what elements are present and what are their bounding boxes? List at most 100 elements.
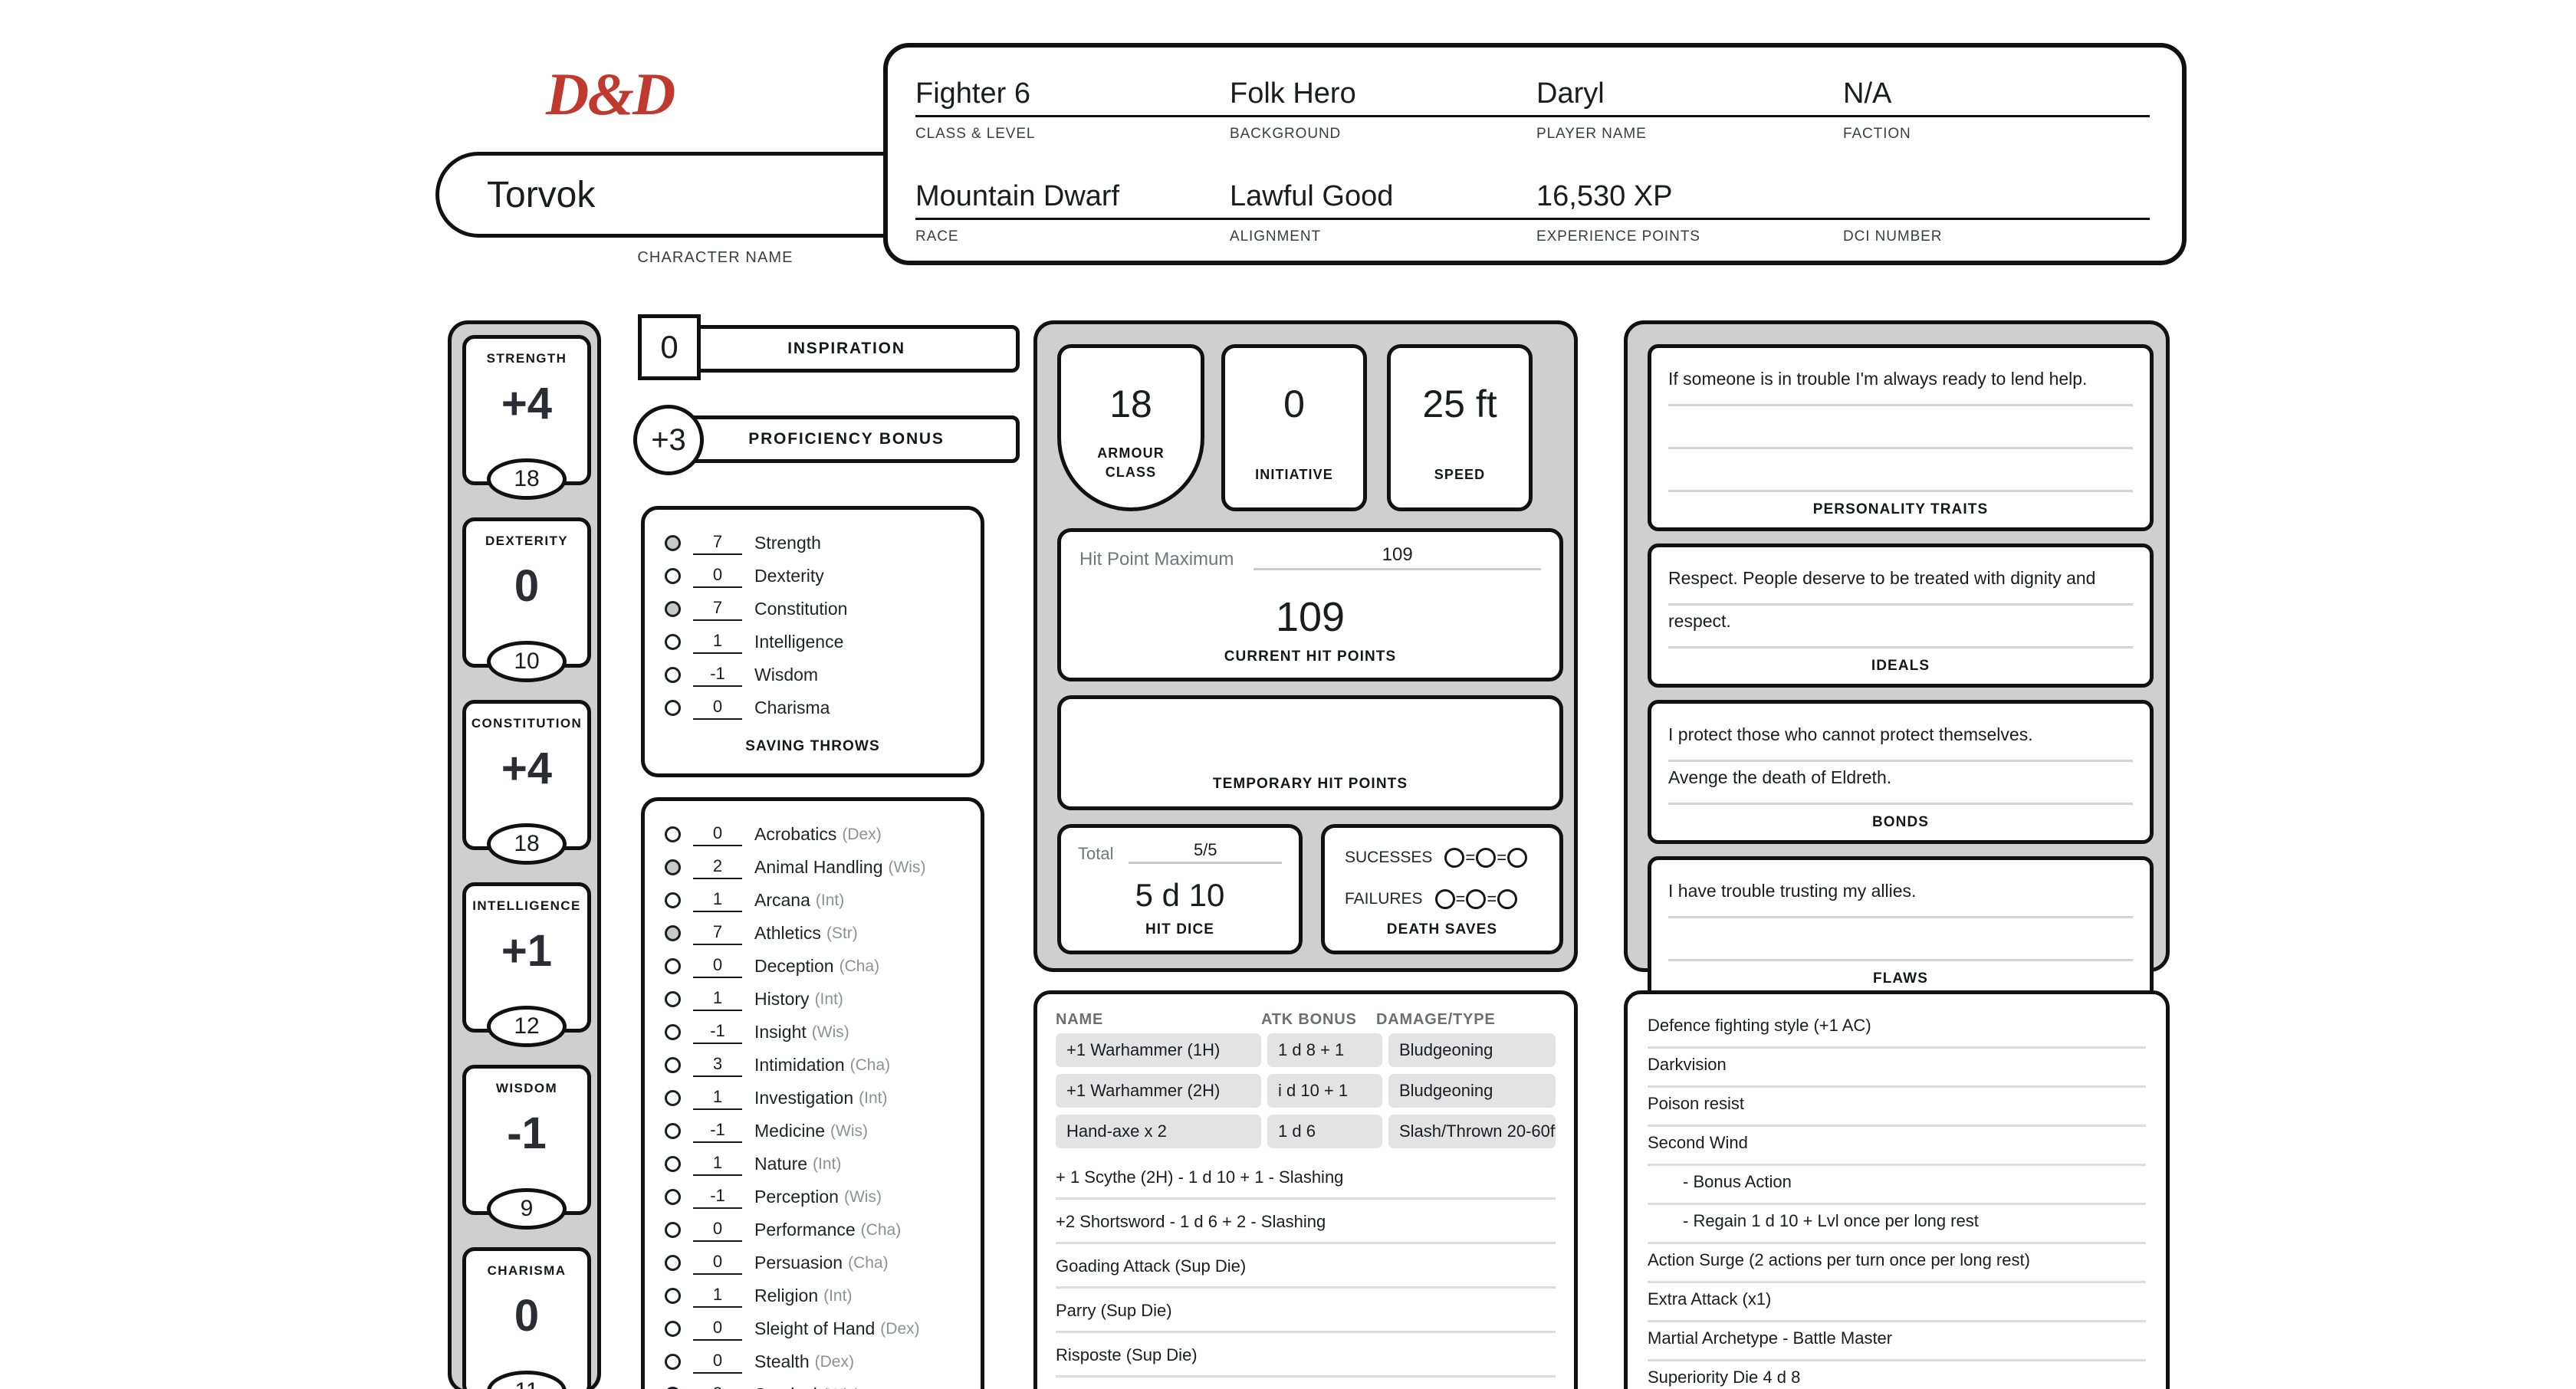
proficiency-dot-icon[interactable] bbox=[665, 1288, 681, 1304]
feature-line[interactable]: Second Wind bbox=[1648, 1127, 2146, 1166]
header-field-experience-points[interactable]: 16,530 XP bbox=[1536, 161, 1843, 218]
proficiency-dot-icon[interactable] bbox=[665, 601, 681, 617]
feature-line[interactable]: - Regain 1 d 10 + Lvl once per long rest bbox=[1648, 1205, 2146, 1244]
proficiency-dot-icon[interactable] bbox=[665, 1090, 681, 1106]
feature-line[interactable]: Martial Archetype - Battle Master bbox=[1648, 1322, 2146, 1361]
saving-throw-row[interactable]: 0 Charisma bbox=[645, 691, 981, 724]
saving-throw-row[interactable]: -1 Wisdom bbox=[645, 658, 981, 691]
attack-note-line[interactable]: + 1 Scythe (2H) - 1 d 10 + 1 - Slashing bbox=[1056, 1155, 1556, 1200]
temporary-hit-points-box[interactable]: TEMPORARY HIT POINTS bbox=[1057, 695, 1563, 810]
attack-note-line[interactable] bbox=[1056, 1378, 1556, 1389]
attack-row[interactable]: Hand-axe x 2 1 d 6 Slash/Thrown 20-60ft bbox=[1037, 1115, 1574, 1148]
proficiency-dot-icon[interactable] bbox=[665, 535, 681, 551]
attack-bonus[interactable]: i d 10 + 1 bbox=[1267, 1074, 1382, 1108]
ability-box-strength[interactable]: STRENGTH +4 18 bbox=[462, 335, 591, 500]
inspiration-value[interactable]: 0 bbox=[638, 314, 701, 380]
skill-row[interactable]: 3 Survival (Wis) bbox=[645, 1378, 981, 1389]
feature-line[interactable]: - Bonus Action bbox=[1648, 1166, 2146, 1205]
skill-row[interactable]: 1 Arcana (Int) bbox=[645, 884, 981, 917]
ability-score-wisdom[interactable]: 9 bbox=[487, 1188, 567, 1230]
feature-line[interactable]: Action Surge (2 actions per turn once pe… bbox=[1648, 1244, 2146, 1283]
hit-point-maximum-field[interactable]: 109 bbox=[1254, 544, 1541, 570]
proficiency-dot-icon[interactable] bbox=[665, 958, 681, 974]
proficiency-dot-icon[interactable] bbox=[665, 991, 681, 1007]
proficiency-dot-icon[interactable] bbox=[665, 700, 681, 716]
attack-name[interactable]: +1 Warhammer (2H) bbox=[1056, 1074, 1261, 1108]
attack-bonus[interactable]: 1 d 8 + 1 bbox=[1267, 1033, 1382, 1067]
proficiency-dot-icon[interactable] bbox=[665, 1024, 681, 1040]
death-save-failure-circle[interactable] bbox=[1497, 889, 1518, 909]
ability-score-intelligence[interactable]: 12 bbox=[487, 1006, 567, 1047]
ability-score-constitution[interactable]: 18 bbox=[487, 823, 567, 865]
header-field-dci-number[interactable] bbox=[1843, 161, 2150, 218]
feature-line[interactable]: Darkvision bbox=[1648, 1049, 2146, 1088]
ability-box-charisma[interactable]: CHARISMA 0 11 bbox=[462, 1247, 591, 1389]
flaws-box[interactable]: I have trouble trusting my allies. FLAWS bbox=[1648, 856, 2154, 1000]
ability-box-intelligence[interactable]: INTELLIGENCE +1 12 bbox=[462, 882, 591, 1047]
attack-name[interactable]: +1 Warhammer (1H) bbox=[1056, 1033, 1261, 1067]
proficiency-dot-icon[interactable] bbox=[665, 1321, 681, 1337]
proficiency-dot-icon[interactable] bbox=[665, 1255, 681, 1271]
feature-line[interactable]: Extra Attack (x1) bbox=[1648, 1283, 2146, 1322]
skill-row[interactable]: 0 Stealth (Dex) bbox=[645, 1345, 981, 1378]
skill-row[interactable]: -1 Perception (Wis) bbox=[645, 1180, 981, 1213]
initiative-card[interactable]: 0 INITIATIVE bbox=[1221, 344, 1367, 511]
attack-note-line[interactable]: +2 Shortsword - 1 d 6 + 2 - Slashing bbox=[1056, 1200, 1556, 1244]
saving-throw-row[interactable]: 7 Strength bbox=[645, 527, 981, 560]
skill-row[interactable]: 2 Animal Handling (Wis) bbox=[645, 851, 981, 884]
saving-throw-row[interactable]: 7 Constitution bbox=[645, 593, 981, 626]
bonds-box[interactable]: I protect those who cannot protect thems… bbox=[1648, 700, 2154, 844]
personality-traits-line[interactable] bbox=[1668, 449, 2133, 492]
proficiency-dot-icon[interactable] bbox=[665, 1156, 681, 1172]
bonds-line[interactable]: I protect those who cannot protect thems… bbox=[1668, 719, 2133, 762]
attack-name[interactable]: Hand-axe x 2 bbox=[1056, 1115, 1261, 1148]
personality-traits-box[interactable]: If someone is in trouble I'm always read… bbox=[1648, 344, 2154, 531]
ideals-box[interactable]: Respect. People deserve to be treated wi… bbox=[1648, 543, 2154, 688]
ability-score-charisma[interactable]: 11 bbox=[487, 1371, 567, 1389]
feature-line[interactable]: Defence fighting style (+1 AC) bbox=[1648, 1010, 2146, 1049]
saving-throw-row[interactable]: 0 Dexterity bbox=[645, 560, 981, 593]
attack-note-line[interactable]: Goading Attack (Sup Die) bbox=[1056, 1244, 1556, 1289]
ability-score-strength[interactable]: 18 bbox=[487, 458, 567, 500]
flaws-line[interactable] bbox=[1668, 918, 2133, 961]
speed-card[interactable]: 25 ft SPEED bbox=[1387, 344, 1533, 511]
flaws-line[interactable]: I have trouble trusting my allies. bbox=[1668, 875, 2133, 918]
skill-row[interactable]: 0 Sleight of Hand (Dex) bbox=[645, 1312, 981, 1345]
feature-line[interactable]: Poison resist bbox=[1648, 1088, 2146, 1127]
attack-row[interactable]: +1 Warhammer (1H) 1 d 8 + 1 Bludgeoning bbox=[1037, 1033, 1574, 1067]
skill-row[interactable]: 7 Athletics (Str) bbox=[645, 917, 981, 950]
personality-traits-line[interactable]: If someone is in trouble I'm always read… bbox=[1668, 363, 2133, 406]
proficiency-dot-icon[interactable] bbox=[665, 1189, 681, 1205]
current-hit-points-box[interactable]: Hit Point Maximum 109 109 CURRENT HIT PO… bbox=[1057, 528, 1563, 681]
proficiency-dot-icon[interactable] bbox=[665, 634, 681, 650]
ability-box-constitution[interactable]: CONSTITUTION +4 18 bbox=[462, 700, 591, 865]
header-field-race[interactable]: Mountain Dwarf bbox=[915, 161, 1230, 218]
hit-dice-total-value[interactable]: 5/5 bbox=[1129, 840, 1282, 864]
proficiency-dot-icon[interactable] bbox=[665, 1123, 681, 1139]
feature-line[interactable]: Superiority Die 4 d 8 bbox=[1648, 1361, 2146, 1389]
death-save-failure-circle[interactable] bbox=[1434, 889, 1455, 909]
ideals-line[interactable]: respect. bbox=[1668, 606, 2133, 649]
attack-bonus[interactable]: 1 d 6 bbox=[1267, 1115, 1382, 1148]
skill-row[interactable]: 1 History (Int) bbox=[645, 983, 981, 1016]
header-field-background[interactable]: Folk Hero bbox=[1230, 58, 1536, 115]
attack-damage-type[interactable]: Slash/Thrown 20-60ft bbox=[1388, 1115, 1556, 1148]
proficiency-dot-icon[interactable] bbox=[665, 568, 681, 584]
proficiency-dot-icon[interactable] bbox=[665, 859, 681, 875]
skill-row[interactable]: 1 Religion (Int) bbox=[645, 1279, 981, 1312]
proficiency-dot-icon[interactable] bbox=[665, 1354, 681, 1370]
skill-row[interactable]: 3 Intimidation (Cha) bbox=[645, 1049, 981, 1082]
ability-box-wisdom[interactable]: WISDOM -1 9 bbox=[462, 1065, 591, 1230]
header-field-class-level[interactable]: Fighter 6 bbox=[915, 58, 1230, 115]
proficiency-bonus-value[interactable]: +3 bbox=[633, 405, 704, 475]
bonds-line[interactable]: Avenge the death of Eldreth. bbox=[1668, 762, 2133, 805]
skill-row[interactable]: -1 Insight (Wis) bbox=[645, 1016, 981, 1049]
skill-row[interactable]: 0 Persuasion (Cha) bbox=[645, 1246, 981, 1279]
death-save-success-circle[interactable] bbox=[1476, 848, 1497, 868]
saving-throw-row[interactable]: 1 Intelligence bbox=[645, 626, 981, 658]
ideals-line[interactable]: Respect. People deserve to be treated wi… bbox=[1668, 563, 2133, 606]
armour-class-shield[interactable]: 18 ARMOUR CLASS bbox=[1057, 344, 1204, 511]
ability-score-dexterity[interactable]: 10 bbox=[487, 641, 567, 682]
attack-note-line[interactable]: Risposte (Sup Die) bbox=[1056, 1333, 1556, 1378]
attack-damage-type[interactable]: Bludgeoning bbox=[1388, 1033, 1556, 1067]
